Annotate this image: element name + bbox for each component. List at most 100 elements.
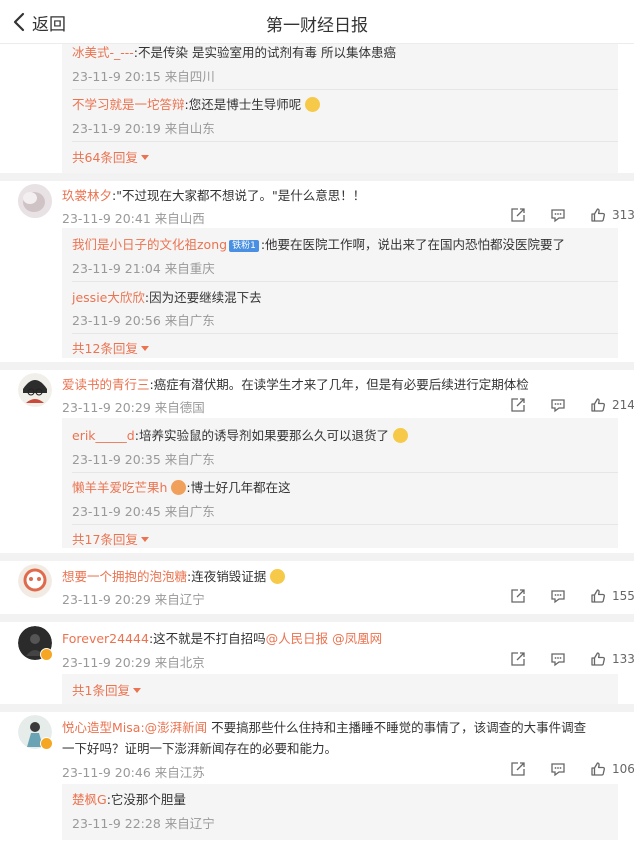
comment-meta: 23-11-9 20:29 来自北京 bbox=[62, 655, 205, 670]
share-button[interactable] bbox=[510, 397, 526, 413]
like-count: 133 bbox=[612, 652, 634, 666]
like-button[interactable]: 313 bbox=[590, 207, 634, 223]
avatar[interactable] bbox=[18, 184, 52, 218]
like-button[interactable]: 214 bbox=[590, 397, 634, 413]
reply-author[interactable]: jessie大欣欣 bbox=[72, 290, 145, 305]
like-button[interactable]: 133 bbox=[590, 651, 634, 667]
divider bbox=[72, 472, 618, 473]
reply-meta: 23-11-9 21:04 来自重庆 bbox=[72, 261, 215, 276]
reply-text: :培养实验鼠的诱导剂如果要那么久可以退货了 bbox=[134, 428, 389, 443]
reply-text: :不是传染 是实验室用的试剂有毒 所以集体患癌 bbox=[133, 45, 396, 60]
more-replies-link[interactable]: 共12条回复 bbox=[72, 338, 149, 357]
page-title: 第一财经日报 bbox=[266, 16, 368, 36]
share-button[interactable] bbox=[510, 588, 526, 604]
divider bbox=[72, 333, 618, 334]
comment-body: 想要一个拥抱的泡泡糖:连夜销毁证据 bbox=[62, 566, 286, 585]
thumb-up-icon bbox=[591, 652, 605, 666]
comment-button[interactable] bbox=[550, 207, 566, 223]
reply-text: :您还是博士生导师呢 bbox=[184, 97, 302, 112]
comment-body: 悦心造型Misa:@澎湃新闻 不要搞那些什么住持和主播睡不睡觉的事情了，该调查的… bbox=[62, 717, 586, 736]
separator bbox=[0, 614, 634, 622]
comment-text: :癌症有潜伏期。在读学生才来了几年，但是有必要后续进行定期体检 bbox=[149, 377, 529, 392]
mention-link[interactable]: @凤凰网 bbox=[332, 631, 382, 646]
reply-author[interactable]: 我们是小日子的文化祖zong bbox=[72, 237, 227, 252]
comment-button[interactable] bbox=[550, 588, 566, 604]
comment-text: :连夜销毁证据 bbox=[187, 569, 267, 584]
share-icon bbox=[511, 652, 525, 666]
comment-author[interactable]: 悦心造型Misa bbox=[62, 720, 140, 735]
comment-actions: 313 bbox=[510, 206, 634, 224]
share-icon bbox=[511, 762, 525, 776]
emoji-icon bbox=[305, 97, 321, 112]
separator bbox=[0, 173, 634, 181]
more-replies-label: 共64条回复 bbox=[72, 150, 138, 165]
avatar[interactable] bbox=[18, 564, 52, 598]
top-nav-bar: 返回 第一财经日报 bbox=[0, 0, 634, 44]
divider bbox=[72, 89, 618, 90]
reply-meta: 23-11-9 20:56 来自广东 bbox=[72, 313, 215, 328]
reply-author[interactable]: 懒羊羊爱吃芒果h bbox=[72, 480, 167, 495]
reply-item: erik_____d:培养实验鼠的诱导剂如果要那么久可以退货了 bbox=[72, 425, 408, 444]
like-button[interactable]: 106 bbox=[590, 761, 634, 777]
more-replies-link[interactable]: 共1条回复 bbox=[72, 680, 141, 699]
reply-item: 我们是小日子的文化祖zong 铁粉1:他要在医院工作啊，说出来了在国内恐怕都没医院… bbox=[72, 234, 565, 253]
divider bbox=[72, 524, 618, 525]
reply-meta: 23-11-9 20:19 来自山东 bbox=[72, 121, 215, 136]
share-icon bbox=[511, 398, 525, 412]
share-button[interactable] bbox=[510, 761, 526, 777]
reply-author[interactable]: 楚枫G bbox=[72, 792, 107, 807]
comment-author[interactable]: 玖裳林夕 bbox=[62, 188, 112, 203]
reply-item: jessie大欣欣:因为还要继续混下去 bbox=[72, 287, 262, 306]
emoji-icon bbox=[270, 569, 286, 584]
comment-button[interactable] bbox=[550, 397, 566, 413]
separator bbox=[0, 704, 634, 712]
comment-body: 爱读书的青行三:癌症有潜伏期。在读学生才来了几年，但是有必要后续进行定期体检 bbox=[62, 374, 529, 393]
separator bbox=[0, 553, 634, 561]
reply-meta: 23-11-9 20:35 来自广东 bbox=[72, 452, 215, 467]
more-replies-link[interactable]: 共64条回复 bbox=[72, 147, 149, 166]
comment-button[interactable] bbox=[550, 651, 566, 667]
caret-down-icon bbox=[140, 346, 149, 351]
reply-text: :它没那个胆量 bbox=[106, 792, 186, 807]
emoji-icon bbox=[392, 428, 408, 443]
thumb-up-icon bbox=[591, 589, 605, 603]
separator bbox=[0, 362, 634, 370]
reply-author[interactable]: 不学习就是一坨答辩 bbox=[72, 97, 185, 112]
comment-actions: 106 bbox=[510, 760, 634, 778]
thumb-up-icon bbox=[591, 762, 605, 776]
more-replies-label: 共12条回复 bbox=[72, 341, 138, 356]
share-icon bbox=[511, 208, 525, 222]
reply-meta: 23-11-9 20:15 来自四川 bbox=[72, 69, 215, 84]
verified-badge-icon bbox=[40, 737, 53, 750]
more-replies-label: 共1条回复 bbox=[72, 683, 130, 698]
like-count: 313 bbox=[612, 208, 634, 222]
comment-author[interactable]: 想要一个拥抱的泡泡糖 bbox=[62, 569, 187, 584]
reply-author[interactable]: erik_____d bbox=[72, 428, 135, 443]
more-replies-link[interactable]: 共17条回复 bbox=[72, 529, 149, 548]
more-replies-label: 共17条回复 bbox=[72, 532, 138, 547]
comment-meta: 23-11-9 20:29 来自辽宁 bbox=[62, 592, 205, 607]
divider bbox=[72, 281, 618, 282]
caret-down-icon bbox=[140, 155, 149, 160]
reply-meta: 23-11-9 20:45 来自广东 bbox=[72, 504, 215, 519]
avatar[interactable] bbox=[18, 373, 52, 407]
mention-link[interactable]: :@澎湃新闻 bbox=[140, 720, 207, 735]
reply-author[interactable]: 冰美式-_--- bbox=[72, 45, 134, 60]
comment-icon bbox=[551, 399, 565, 413]
caret-down-icon bbox=[132, 688, 141, 693]
comment-author[interactable]: Forever24444 bbox=[62, 631, 149, 646]
mention-link[interactable]: @人民日报 bbox=[266, 631, 329, 646]
reply-text: :因为还要继续混下去 bbox=[144, 290, 262, 305]
share-icon bbox=[511, 589, 525, 603]
comment-meta: 23-11-9 20:41 来自山西 bbox=[62, 211, 205, 226]
comment-text: :"不过现在大家都不想说了。"是什么意思！！ bbox=[112, 188, 366, 203]
share-button[interactable] bbox=[510, 651, 526, 667]
like-button[interactable]: 155 bbox=[590, 588, 634, 604]
comment-icon bbox=[551, 590, 565, 604]
comment-text: :这不就是不打自招吗 bbox=[148, 631, 266, 646]
comment-text-line-2: 一下好吗？证明一下澎湃新闻存在的必要和能力。 bbox=[62, 741, 338, 756]
share-button[interactable] bbox=[510, 207, 526, 223]
comment-icon bbox=[551, 653, 565, 667]
comment-author[interactable]: 爱读书的青行三 bbox=[62, 377, 150, 392]
comment-button[interactable] bbox=[550, 761, 566, 777]
